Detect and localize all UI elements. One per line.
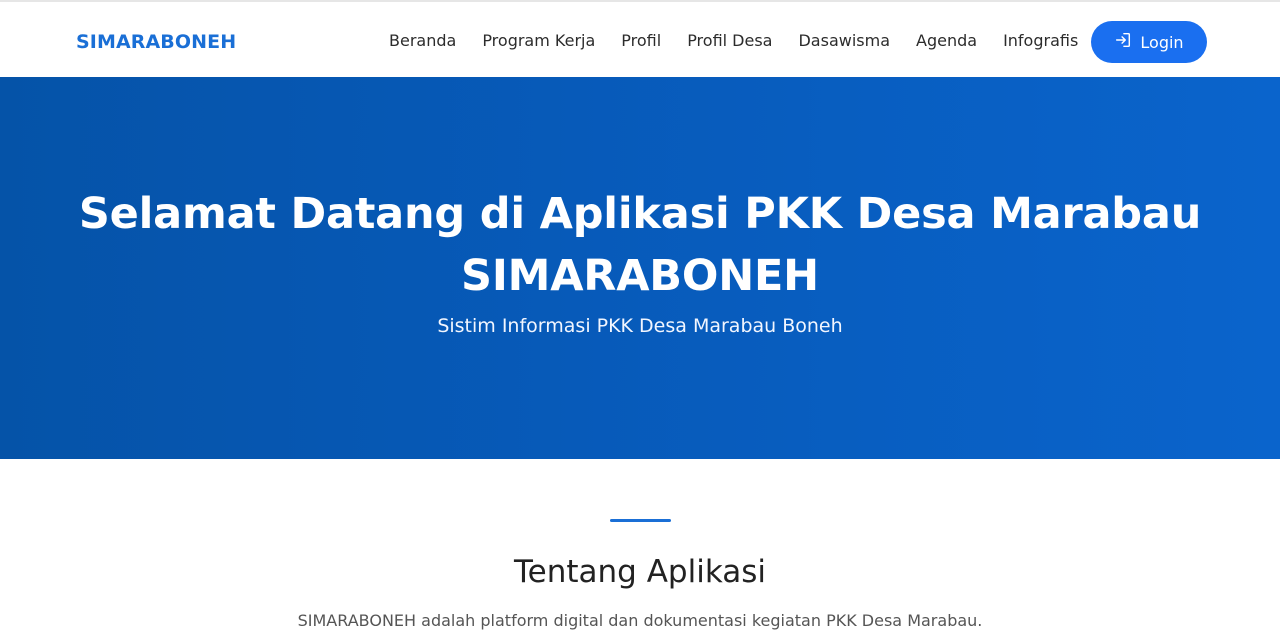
hero-title: Selamat Datang di Aplikasi PKK Desa Mara…	[0, 183, 1280, 307]
section-divider	[610, 519, 671, 522]
nav-item-dasawisma[interactable]: Dasawisma	[785, 31, 903, 50]
hero-subtitle: Sistim Informasi PKK Desa Marabau Boneh	[437, 315, 843, 337]
brand-logo-text[interactable]: SIMARABONEH	[76, 31, 236, 53]
login-label: Login	[1140, 32, 1184, 52]
nav-item-agenda[interactable]: Agenda	[903, 31, 990, 50]
about-description: SIMARABONEH adalah platform digital dan …	[297, 611, 983, 630]
nav-item-infografis[interactable]: Infografis	[990, 31, 1091, 50]
nav-menu: Beranda Program Kerja Profil Profil Desa…	[376, 31, 1091, 50]
nav-item-profil-desa[interactable]: Profil Desa	[674, 31, 785, 50]
login-icon	[1114, 31, 1132, 53]
nav-item-profil[interactable]: Profil	[608, 31, 674, 50]
login-button[interactable]: Login	[1091, 21, 1207, 63]
hero-title-line2: SIMARABONEH	[461, 251, 819, 301]
navbar: SIMARABONEH Beranda Program Kerja Profil…	[0, 0, 1280, 77]
nav-item-beranda[interactable]: Beranda	[376, 31, 469, 50]
hero-banner: Selamat Datang di Aplikasi PKK Desa Mara…	[0, 77, 1280, 459]
about-title: Tentang Aplikasi	[514, 554, 766, 590]
hero-title-line1: Selamat Datang di Aplikasi PKK Desa Mara…	[78, 189, 1202, 239]
nav-item-program-kerja[interactable]: Program Kerja	[469, 31, 608, 50]
